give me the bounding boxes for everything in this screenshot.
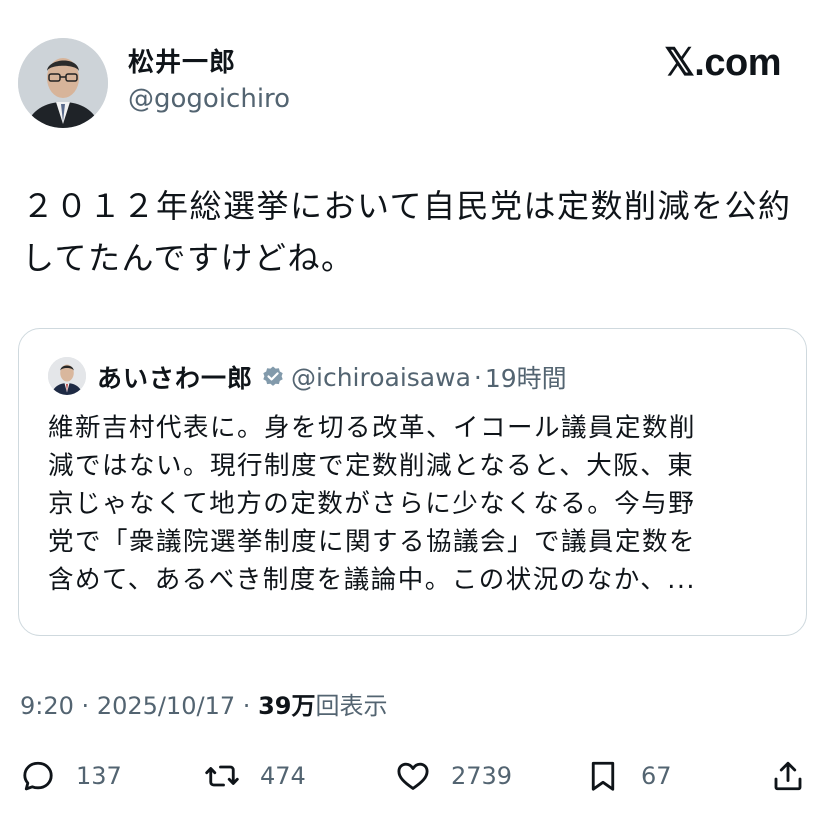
bookmark-icon xyxy=(591,761,615,791)
separator-dot: · xyxy=(81,692,90,720)
quoted-text-line: 含めて、あるべき制度を議論中。この状況のなか、... xyxy=(48,565,697,595)
quoted-text-line: 京じゃなくて地方の定数がさらに少なくなる。今与野 xyxy=(48,489,696,519)
quoted-author-name: あいさわ一郎 xyxy=(97,364,254,393)
quoted-text-line: 減ではない。現行制度で定数削減となると、大阪、東 xyxy=(48,451,695,481)
share-icon xyxy=(774,761,802,791)
separator-dot: · xyxy=(473,362,482,392)
quoted-tweet-header: あいさわ一郎 @ichiroaisawa · 19時間 xyxy=(97,357,567,397)
bookmark-count: 67 xyxy=(641,762,672,790)
quoted-author-avatar xyxy=(48,357,86,395)
person-avatar-icon xyxy=(18,38,108,128)
quoted-text-line: 党で「衆議院選挙制度に関する協議会」で議員定数を xyxy=(48,527,697,557)
person-avatar-icon xyxy=(48,357,86,395)
separator-dot: · xyxy=(242,692,251,720)
tweet-time[interactable]: 9:20 xyxy=(20,692,74,720)
quoted-tweet-card[interactable]: あいさわ一郎 @ichiroaisawa · 19時間 維新吉村代表に。身を切る… xyxy=(18,328,807,636)
quoted-author-handle: @ichiroaisawa xyxy=(291,362,471,392)
tweet-meta: 9:20 · 2025/10/17 · 39万回表示 xyxy=(20,686,387,721)
author-avatar[interactable] xyxy=(18,38,108,128)
author-handle[interactable]: @gogoichiro xyxy=(128,84,290,114)
repost-icon xyxy=(205,765,239,787)
quoted-text-line: 維新吉村代表に。身を切る改革、イコール議員定数削 xyxy=(48,413,697,443)
repost-button[interactable]: 474 xyxy=(204,752,306,800)
verified-badge-icon xyxy=(261,365,285,389)
author-display-name[interactable]: 松井一郎 xyxy=(128,42,236,79)
reply-button[interactable]: 137 xyxy=(20,752,122,800)
bookmark-button[interactable]: 67 xyxy=(585,752,672,800)
tweet-text: ２０１２年総選挙において自民党は定数削減を公約 してたんですけどね。 xyxy=(22,180,797,284)
brand-logo: 𝕏.com xyxy=(664,42,781,84)
repost-count: 474 xyxy=(260,762,306,790)
action-bar: 137 474 2739 67 xyxy=(0,752,813,800)
reply-icon xyxy=(23,761,53,791)
heart-icon xyxy=(397,762,429,790)
quoted-tweet-time: 19時間 xyxy=(484,364,567,393)
quoted-tweet-text: 維新吉村代表に。身を切る改革、イコール議員定数削 減ではない。現行制度で定数削減… xyxy=(48,409,788,599)
like-button[interactable]: 2739 xyxy=(395,752,512,800)
tweet-text-line: してたんですけどね。 xyxy=(22,239,355,277)
reply-count: 137 xyxy=(76,762,122,790)
like-count: 2739 xyxy=(451,762,513,790)
tweet-date[interactable]: 2025/10/17 xyxy=(97,692,235,720)
view-count: 39万 xyxy=(258,692,316,720)
view-count-label: 回表示 xyxy=(315,692,388,720)
tweet-text-line: ２０１２年総選挙において自民党は定数削減を公約 xyxy=(22,187,792,225)
share-button[interactable] xyxy=(770,752,806,800)
